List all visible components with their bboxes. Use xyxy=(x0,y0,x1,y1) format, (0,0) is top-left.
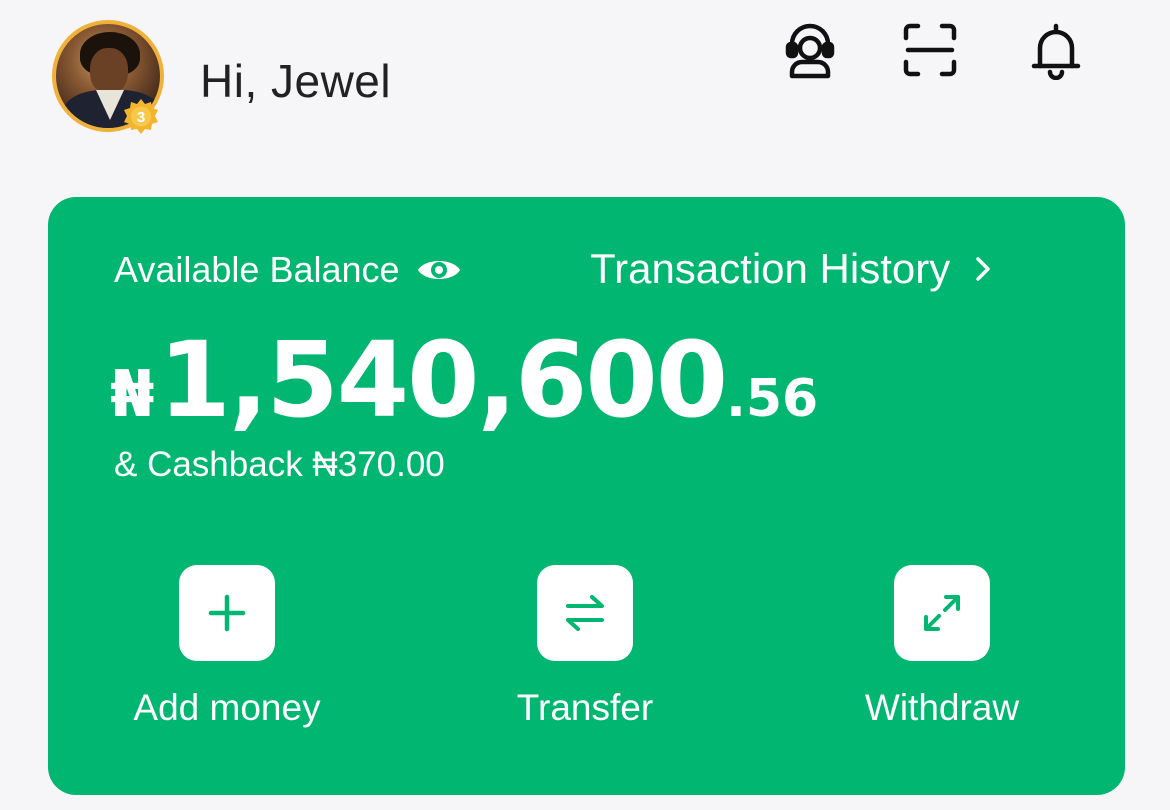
available-balance-label: Available Balance xyxy=(114,249,400,290)
plus-icon xyxy=(208,594,246,632)
transfer-button[interactable] xyxy=(537,565,633,661)
available-balance-row: Available Balance xyxy=(114,249,462,291)
transfer-action[interactable]: Transfer xyxy=(455,565,715,729)
chevron-right-icon xyxy=(976,257,990,281)
expand-arrows-icon xyxy=(924,595,960,631)
add-money-action[interactable]: Add money xyxy=(97,565,357,729)
transfer-label: Transfer xyxy=(516,687,654,728)
balance-amount: ₦ 1,540,600 .56 xyxy=(110,319,818,441)
balance-amount-main: 1,540,600 xyxy=(158,319,729,441)
add-money-label: Add money xyxy=(133,687,321,728)
greeting-text: Hi, Jewel xyxy=(200,55,392,107)
transaction-history-link[interactable]: Transaction History xyxy=(590,245,992,293)
transfer-arrows-icon xyxy=(566,595,604,631)
currency-symbol: ₦ xyxy=(110,358,155,432)
home-screen: 3 Hi, Jewel Available Balance Transactio… xyxy=(0,0,1170,810)
add-money-button[interactable] xyxy=(179,565,275,661)
eye-icon[interactable] xyxy=(416,253,462,287)
withdraw-button[interactable] xyxy=(894,565,990,661)
cashback-text: & Cashback ₦370.00 xyxy=(114,445,445,484)
scan-icon[interactable] xyxy=(898,18,962,82)
avatar[interactable]: 3 xyxy=(52,20,164,134)
level-badge-number: 3 xyxy=(137,109,145,126)
level-badge-icon: 3 xyxy=(124,99,158,134)
balance-amount-decimal: .56 xyxy=(726,369,819,429)
transaction-history-label: Transaction History xyxy=(590,245,951,292)
balance-card: Available Balance Transaction History ₦ … xyxy=(48,197,1125,795)
bell-icon[interactable] xyxy=(1024,18,1088,82)
support-agent-icon[interactable] xyxy=(778,18,842,82)
withdraw-action[interactable]: Withdraw xyxy=(812,565,1072,729)
withdraw-label: Withdraw xyxy=(864,687,1020,728)
